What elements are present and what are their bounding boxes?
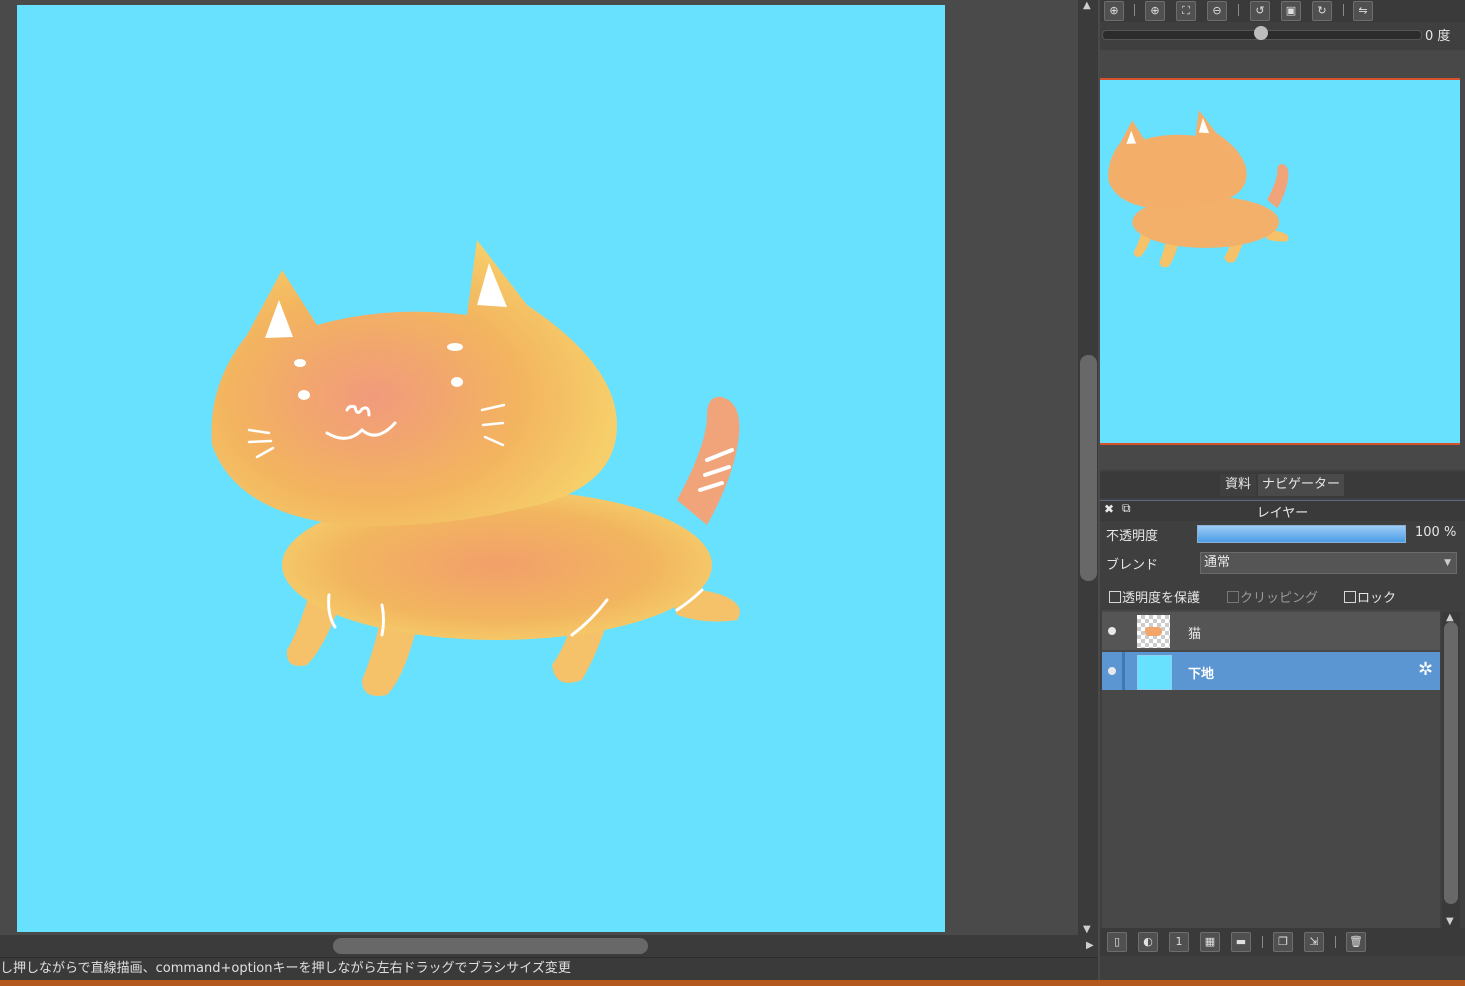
drawing-canvas[interactable]	[17, 5, 945, 932]
new-folder-icon[interactable]: ▬	[1231, 932, 1251, 952]
clipping-checkbox[interactable]	[1227, 591, 1239, 603]
blend-label: ブレンド	[1106, 558, 1159, 573]
vertical-scroll-thumb[interactable]	[1080, 355, 1097, 581]
new-layer-icon[interactable]: ▯	[1107, 932, 1127, 952]
scroll-up-icon[interactable]: ▲	[1083, 0, 1091, 11]
layer-row-cat[interactable]: 猫	[1102, 612, 1440, 650]
opacity-slider[interactable]	[1197, 525, 1406, 543]
rotate-right-icon[interactable]: ↻	[1312, 1, 1332, 21]
new-halftone-layer-icon[interactable]: ▦	[1200, 932, 1220, 952]
new-color-layer-icon[interactable]: ◐	[1138, 932, 1158, 952]
chevron-down-icon: ▼	[1444, 558, 1451, 568]
scroll-right-icon[interactable]: ▶	[1086, 940, 1094, 951]
opacity-label: 不透明度	[1106, 529, 1159, 544]
reset-view-icon[interactable]: ▣	[1281, 1, 1301, 21]
lock-checkbox[interactable]	[1344, 591, 1356, 603]
tab-navigator[interactable]: ナビゲーター	[1258, 474, 1344, 496]
blend-mode-value: 通常	[1204, 555, 1231, 570]
navigator-preview[interactable]	[1100, 78, 1460, 445]
rotation-value: 0 度	[1425, 29, 1451, 44]
navigator-toolbar: ⊕ ⊕ ⛶ ⊖ ↺ ▣ ↻ ⇋	[1100, 0, 1465, 22]
layer-row-base[interactable]: 下地 ✲	[1102, 652, 1440, 690]
zoom-out-icon[interactable]: ⊖	[1207, 1, 1227, 21]
visibility-icon[interactable]	[1108, 667, 1116, 675]
layer-list-scroll-thumb[interactable]	[1444, 622, 1458, 904]
scroll-down-icon[interactable]: ▼	[1083, 924, 1091, 935]
layer-thumbnail	[1137, 655, 1172, 690]
flip-icon[interactable]: ⇋	[1353, 1, 1373, 21]
duplicate-layer-icon[interactable]: ❐	[1273, 932, 1293, 952]
horizontal-scroll-thumb[interactable]	[333, 938, 648, 954]
layer-name: 下地	[1188, 667, 1215, 682]
rotate-left-icon[interactable]: ↺	[1250, 1, 1270, 21]
merge-layer-icon[interactable]: ⇲	[1304, 932, 1324, 952]
gear-icon[interactable]: ✲	[1418, 659, 1433, 680]
zoom-fit-icon[interactable]: ⊕	[1104, 1, 1124, 21]
new-1bit-layer-icon[interactable]: 1	[1169, 932, 1189, 952]
opacity-fill	[1198, 526, 1405, 542]
clipping-label: クリッピング	[1240, 591, 1319, 606]
trash-icon[interactable]: 🗑	[1346, 932, 1366, 952]
tab-materials[interactable]: 資料	[1220, 474, 1256, 496]
fit-screen-icon[interactable]: ⛶	[1176, 1, 1196, 21]
opacity-value: 100 %	[1415, 525, 1457, 540]
cat-illustration	[211, 240, 740, 696]
protect-alpha-checkbox[interactable]	[1109, 591, 1121, 603]
dock-strip	[0, 980, 1465, 986]
protect-alpha-label: 透明度を保護	[1122, 591, 1201, 606]
scroll-down-icon[interactable]: ▼	[1446, 916, 1454, 927]
visibility-icon[interactable]	[1108, 627, 1116, 635]
lock-label: ロック	[1357, 591, 1397, 606]
layer-toolbar: ▯ ◐ 1 ▦ ▬ ❐ ⇲ 🗑	[1100, 928, 1465, 956]
blend-mode-select[interactable]: 通常 ▼	[1200, 552, 1457, 574]
status-bar: し押しながらで直線描画、command+optionキーを押しながら左右ドラッグ…	[0, 957, 1098, 981]
zoom-in-icon[interactable]: ⊕	[1145, 1, 1165, 21]
layer-name: 猫	[1188, 627, 1202, 642]
layer-panel-title: レイヤー	[1256, 506, 1309, 521]
layer-panel-header: ✖ ⧉ レイヤー	[1100, 500, 1465, 521]
panel-tabs: 資料 ナビゲーター	[1100, 472, 1465, 498]
rotation-slider-knob[interactable]	[1254, 26, 1268, 40]
layer-thumbnail	[1137, 615, 1170, 648]
navigator-thumbnail	[1108, 110, 1289, 268]
